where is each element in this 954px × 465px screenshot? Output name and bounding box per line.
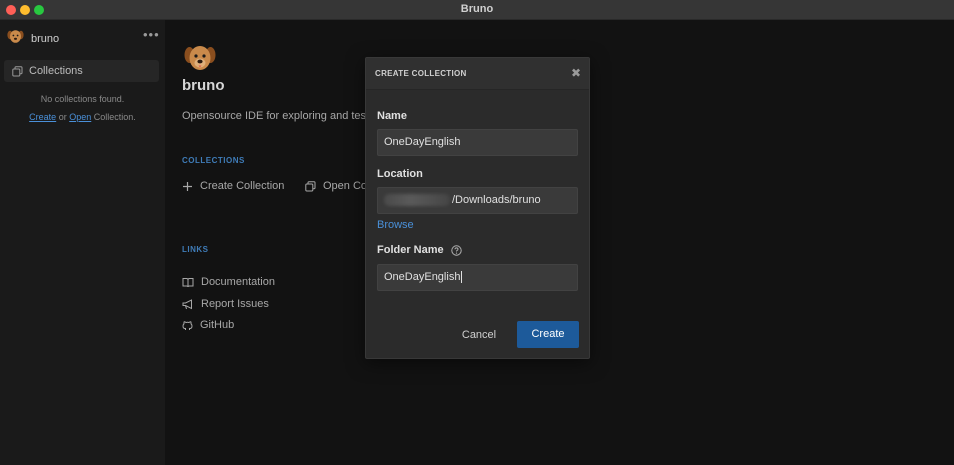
sidebar: bruno ••• Collections No collections fou… xyxy=(0,20,165,465)
plus-icon xyxy=(183,181,192,191)
or-text: or xyxy=(58,112,67,122)
create-collection-modal: CREATE COLLECTION ✖ Name OneDayEnglish L… xyxy=(365,57,590,359)
folder-name-label: Folder Name xyxy=(377,244,462,256)
name-label: Name xyxy=(377,110,407,122)
bruno-dog-logo-icon xyxy=(7,29,24,49)
name-label-text: Name xyxy=(377,110,407,122)
close-icon[interactable]: ✖ xyxy=(571,67,581,79)
modal-header: CREATE COLLECTION ✖ xyxy=(366,58,589,90)
cancel-button[interactable]: Cancel xyxy=(454,322,504,348)
report-issues-link[interactable]: Report Issues xyxy=(182,298,269,310)
help-circle-icon[interactable] xyxy=(450,244,462,256)
github-label: GitHub xyxy=(200,319,235,331)
browse-link[interactable]: Browse xyxy=(377,219,414,231)
collections-icon xyxy=(12,65,23,76)
collection-name-value: OneDayEnglish xyxy=(384,136,461,148)
window-title: Bruno xyxy=(460,3,494,15)
sidebar-empty-actions: Create or Open Collection. xyxy=(0,112,165,122)
open-collection-label: Open Co xyxy=(323,180,368,192)
title-bar: Bruno xyxy=(0,0,954,20)
book-icon xyxy=(182,277,194,287)
location-label-text: Location xyxy=(377,168,423,180)
modal-title: CREATE COLLECTION xyxy=(375,69,467,78)
collection-suffix-text: Collection. xyxy=(93,112,136,122)
location-label: Location xyxy=(377,168,423,180)
folder-name-input[interactable]: OneDayEnglish xyxy=(377,264,578,291)
collections-icon xyxy=(305,180,316,191)
folder-name-label-text: Folder Name xyxy=(377,244,444,256)
location-value: /Downloads/bruno xyxy=(452,194,541,206)
text-caret xyxy=(461,271,463,284)
github-icon xyxy=(182,320,193,330)
open-collection-button[interactable]: Open Co xyxy=(305,180,367,192)
report-issues-label: Report Issues xyxy=(201,298,269,310)
collections-heading: COLLECTIONS xyxy=(182,156,245,165)
blurred-path-segment xyxy=(384,194,450,207)
create-collection-link[interactable]: Create xyxy=(29,112,56,122)
documentation-label: Documentation xyxy=(201,276,275,288)
documentation-link[interactable]: Documentation xyxy=(182,276,275,288)
create-button[interactable]: Create xyxy=(517,321,579,348)
welcome-app-name: bruno xyxy=(182,77,225,94)
collection-name-input[interactable]: OneDayEnglish xyxy=(377,129,578,156)
welcome-tagline: Opensource IDE for exploring and tes xyxy=(182,110,367,122)
create-collection-label: Create Collection xyxy=(200,180,285,192)
megaphone-icon xyxy=(182,298,192,309)
create-collection-button[interactable]: Create Collection xyxy=(182,180,284,192)
bruno-large-logo-icon xyxy=(184,44,216,77)
sidebar-brand: bruno xyxy=(7,29,59,49)
github-link[interactable]: GitHub xyxy=(182,319,234,331)
sidebar-item-label: Collections xyxy=(29,65,83,77)
sidebar-item-collections[interactable]: Collections xyxy=(4,60,159,82)
no-collections-text: No collections found. xyxy=(40,94,125,104)
location-input[interactable]: /Downloads/bruno xyxy=(377,187,578,214)
folder-name-value: OneDayEnglish xyxy=(384,271,461,283)
open-collection-link[interactable]: Open xyxy=(69,112,91,122)
sidebar-brand-name: bruno xyxy=(31,33,60,45)
links-heading: LINKS xyxy=(182,245,209,254)
sidebar-more-menu-icon[interactable]: ••• xyxy=(143,28,160,41)
